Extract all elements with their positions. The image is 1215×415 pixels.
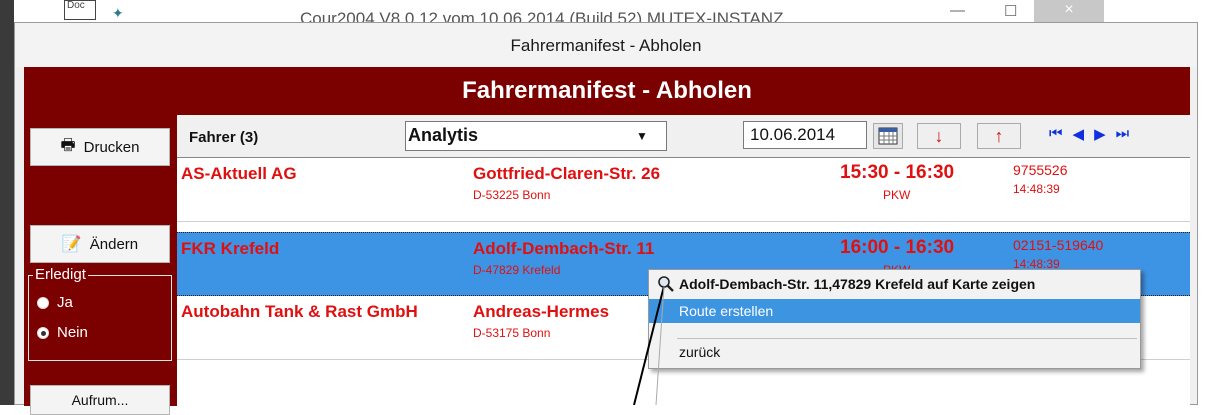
row-time: 15:30 - 16:30 (840, 162, 955, 183)
row-street: Gottfried-Claren-Str. 26 (473, 164, 661, 183)
menu-item-label: zurück (679, 344, 721, 360)
row-city: D-53175 Bonn (473, 326, 551, 340)
partial-button[interactable]: Aufrum... (30, 385, 170, 415)
menu-separator (677, 338, 1137, 339)
close-button[interactable]: × (1034, 0, 1104, 22)
row-clock: 14:48:39 (1013, 182, 1060, 196)
row-name: AS-Aktuell AG (181, 164, 297, 183)
background-window-title: Cour2004 V8.0.12 vom 10.06.2014 (Build 5… (300, 9, 784, 22)
print-button-label: Drucken (83, 138, 140, 156)
print-button[interactable]: 🖶 Drucken (30, 128, 170, 166)
background-window-edge (0, 0, 14, 405)
row-vehicle: PKW (883, 188, 911, 202)
radio-nein-circle[interactable] (37, 326, 49, 339)
move-up-button[interactable]: ↑ (977, 123, 1021, 149)
driver-select-value: Analytis (408, 125, 479, 145)
row-phone: 9755526 (1013, 162, 1068, 178)
previous-record-icon[interactable]: ◀ (1073, 125, 1085, 143)
banner-title: Fahrermanifest - Abholen (24, 67, 1190, 115)
printer-icon: 🖶 (60, 136, 76, 154)
menu-item-label: Adolf-Dembach-Str. 11,47829 Krefeld auf … (679, 276, 1036, 292)
red-up-arrow-icon: ↑ (994, 125, 1004, 146)
toolbar: Fahrer (3) Analytis ▼ 10.06.2014 ↓ ↑ ⏮ ◀ (177, 115, 1190, 157)
menu-item-label: Route erstellen (679, 303, 774, 319)
radio-nein[interactable]: Nein (37, 324, 88, 341)
row-name: Autobahn Tank & Rast GmbH (181, 302, 418, 321)
context-menu: Adolf-Dembach-Str. 11,47829 Krefeld auf … (648, 269, 1141, 369)
row-street: Andreas-Hermes (473, 302, 610, 321)
radio-nein-label: Nein (57, 324, 88, 341)
menu-item-back[interactable]: zurück (649, 340, 1140, 364)
edit-button[interactable]: 📝 Ändern (30, 225, 170, 263)
radio-ja[interactable]: Ja (37, 294, 73, 311)
last-record-icon[interactable]: ⏭ (1116, 125, 1130, 143)
calendar-icon (878, 127, 898, 145)
row-phone: 02151-519640 (1013, 237, 1104, 253)
background-doc-icon: Doc (64, 0, 96, 20)
partial-button-label: Aufrum... (71, 392, 129, 408)
row-city: D-53225 Bonn (473, 188, 551, 202)
magnifier-icon (658, 276, 674, 292)
maximize-button[interactable]: ☐ (1004, 2, 1017, 20)
menu-item-create-route[interactable]: Route erstellen (649, 299, 1140, 323)
radio-ja-label: Ja (57, 294, 73, 311)
minimize-button[interactable]: — (950, 2, 965, 19)
erledigt-legend: Erledigt (33, 266, 88, 283)
calendar-button[interactable] (873, 123, 903, 149)
next-record-icon[interactable]: ▶ (1094, 125, 1106, 143)
radio-ja-circle[interactable] (37, 296, 49, 309)
move-down-button[interactable]: ↓ (917, 123, 961, 149)
red-down-arrow-icon: ↓ (934, 125, 944, 146)
sidebar: 🖶 Drucken 📝 Ändern Erledigt Ja Nein Aufr… (24, 115, 177, 415)
first-record-icon[interactable]: ⏮ (1049, 125, 1063, 143)
dropdown-arrow-icon[interactable]: ▼ (618, 122, 666, 150)
dialog-title: Fahrermanifest - Abholen (15, 23, 1197, 67)
row-name: FKR Krefeld (181, 239, 280, 258)
erledigt-group: Erledigt Ja Nein (28, 266, 172, 361)
edit-button-label: Ändern (89, 235, 139, 253)
app-icon: ✦ (112, 5, 124, 21)
table-row[interactable]: AS-Aktuell AG Gottfried-Claren-Str. 26 D… (177, 158, 1190, 222)
driver-label: Fahrer (3) (189, 129, 259, 146)
edit-icon: 📝 (61, 236, 82, 253)
row-time: 16:00 - 16:30 (840, 237, 955, 258)
menu-item-show-on-map[interactable]: Adolf-Dembach-Str. 11,47829 Krefeld auf … (649, 272, 1140, 296)
row-street: Adolf-Dembach-Str. 11 (473, 239, 655, 258)
driver-select[interactable]: Analytis ▼ (405, 121, 667, 151)
row-city: D-47829 Krefeld (473, 263, 561, 277)
navigation-buttons: ⏮ ◀ ▶ ⏭ (1049, 125, 1129, 143)
date-input[interactable]: 10.06.2014 (743, 121, 867, 149)
